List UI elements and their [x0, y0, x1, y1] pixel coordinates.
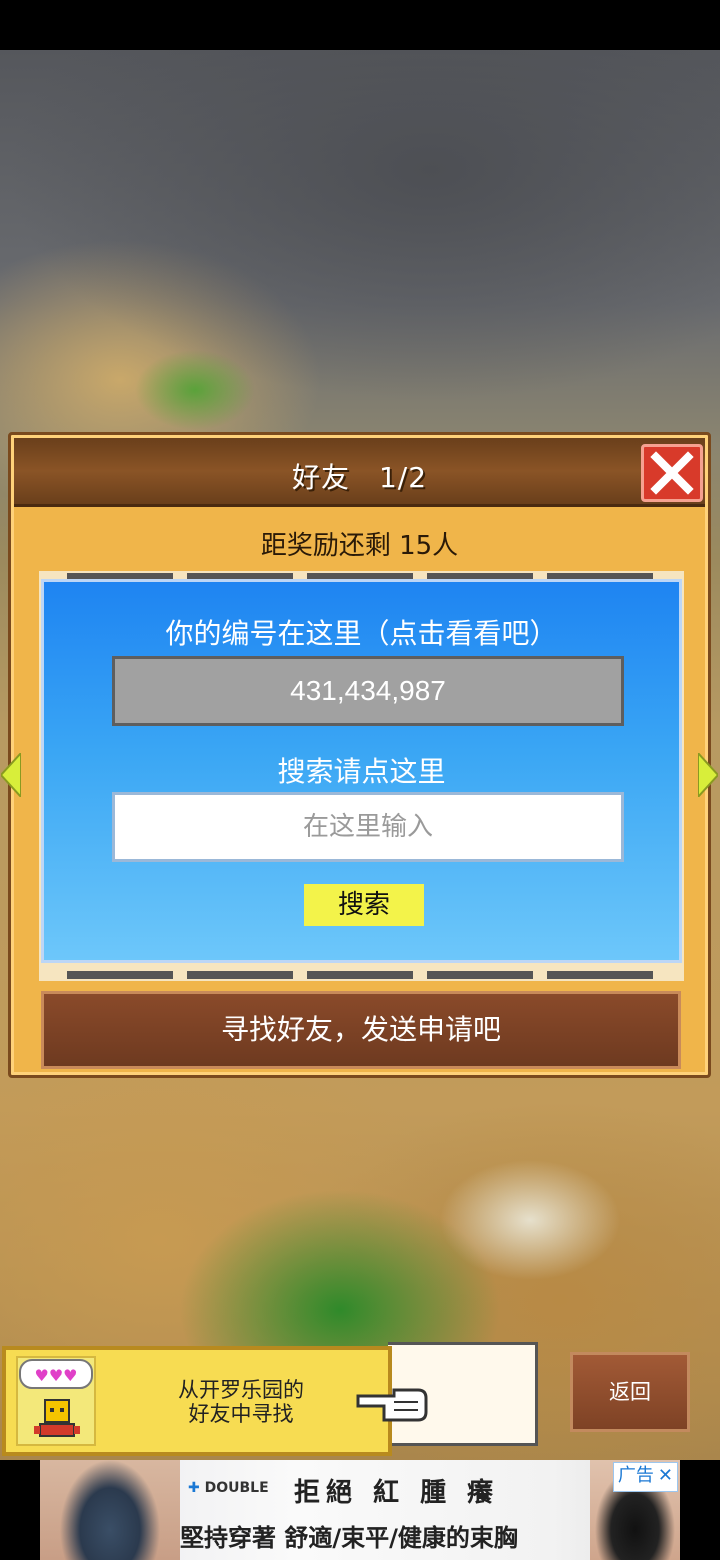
close-button[interactable]: [641, 444, 703, 502]
cairo-friends-text: 从开罗乐园的 好友中寻找: [126, 1378, 356, 1426]
ad-headline: 拒絕 紅 腫 癢: [294, 1478, 500, 1508]
search-input[interactable]: [112, 792, 624, 862]
ad-tag[interactable]: 广告 ✕: [612, 1462, 678, 1492]
search-button[interactable]: 搜索: [304, 884, 424, 926]
ad-close-icon[interactable]: ✕: [658, 1465, 673, 1486]
status-bar: [0, 0, 720, 50]
dialog-title: 好友 1/2: [291, 461, 428, 494]
find-friends-button[interactable]: 寻找好友，发送申请吧: [41, 991, 681, 1069]
reward-remaining-text: 距奖励还剩 15人: [260, 531, 459, 561]
left-arrow-icon[interactable]: [1, 753, 21, 797]
friend-id-panel: 你的编号在这里（点击看看吧） 431,434,987 搜索请点这里 搜索: [41, 579, 682, 963]
friends-dialog: 好友 1/2 距奖励还剩 15人 你的编号在这里（点击看看吧） 431,434,…: [1, 432, 718, 1078]
my-id-box[interactable]: 431,434,987: [112, 656, 624, 726]
background-haze: [0, 50, 720, 410]
panel-rail-bottom: [39, 969, 684, 981]
ad-subline: 堅持穿著 舒適/束平/健康的束胸: [180, 1524, 518, 1552]
ad-image-left: [40, 1460, 180, 1560]
robot-icon: [34, 1399, 80, 1437]
ad-brand-mark-icon: ✚: [188, 1480, 200, 1496]
dialog-header: 好友 1/2: [14, 438, 705, 507]
back-button[interactable]: 返回: [570, 1352, 690, 1432]
cairo-friends-banner[interactable]: ♥♥♥ 从开罗乐园的 好友中寻找: [2, 1346, 392, 1456]
friend-id-panel-frame: 你的编号在这里（点击看看吧） 431,434,987 搜索请点这里 搜索: [39, 571, 684, 981]
cairo-mascot-icon: ♥♥♥: [16, 1356, 96, 1446]
ad-brand: ✚ DOUBLE: [188, 1480, 269, 1496]
svg-text:♥♥♥: ♥♥♥: [34, 1366, 77, 1385]
my-id-label[interactable]: 你的编号在这里（点击看看吧）: [44, 612, 679, 652]
ad-tag-label: 广告: [617, 1465, 654, 1486]
ad-banner[interactable]: ✚ DOUBLE 拒絕 紅 腫 癢 堅持穿著 舒適/束平/健康的束胸 广告 ✕: [40, 1460, 680, 1560]
close-icon: [650, 451, 694, 495]
cairo-text-line: 从开罗乐园的 好友中寻找: [178, 1378, 304, 1426]
search-label: 搜索请点这里: [277, 755, 446, 788]
hearts-icon: ♥♥♥: [19, 1359, 93, 1389]
ad-brand-text: DOUBLE: [204, 1480, 269, 1496]
right-arrow-icon[interactable]: [698, 753, 718, 797]
pointing-hand-icon: [356, 1388, 428, 1422]
